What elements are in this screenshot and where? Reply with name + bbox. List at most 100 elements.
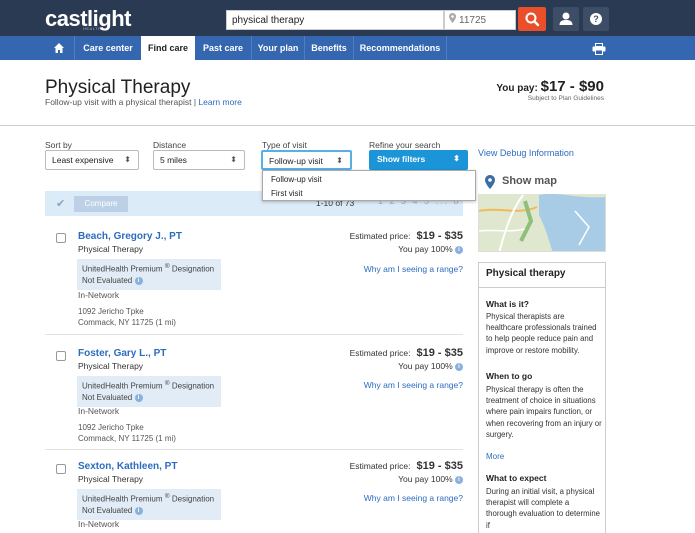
print-icon[interactable] xyxy=(592,42,606,55)
info-icon[interactable]: i xyxy=(455,362,463,371)
account-button[interactable] xyxy=(553,7,579,31)
info-icon[interactable]: i xyxy=(455,245,463,254)
compare-checkbox[interactable] xyxy=(56,233,66,243)
home-icon xyxy=(54,43,64,53)
distance-label: Distance xyxy=(153,140,187,150)
show-map-button[interactable]: Show map xyxy=(478,170,606,194)
subtitle-text: Follow-up visit with a physical therapis… xyxy=(45,97,192,107)
svg-text:?: ? xyxy=(593,14,599,24)
premium-designation: UnitedHealth Premium ® Designation Not E… xyxy=(77,489,221,520)
provider-card: Foster, Gary L., PT Physical Therapy Uni… xyxy=(45,344,463,448)
distance-select[interactable]: 5 miles ⬍ xyxy=(153,150,245,170)
visit-type-value: Follow-up visit xyxy=(269,156,323,166)
estimated-price-label: Estimated price: xyxy=(349,461,411,471)
you-pay-summary: You pay: $17 - $90 xyxy=(490,78,604,95)
premium-suffix: Designation xyxy=(171,264,215,274)
learn-more-link[interactable]: Learn more xyxy=(198,97,241,107)
user-icon xyxy=(559,12,573,25)
more-link[interactable]: More xyxy=(486,452,504,461)
premium-suffix: Designation xyxy=(171,381,215,391)
sort-label: Sort by xyxy=(45,140,72,150)
info-divider xyxy=(478,287,606,288)
nav-past-care[interactable]: Past care xyxy=(195,36,251,60)
provider-specialty: Physical Therapy xyxy=(78,244,144,254)
compare-checkbox[interactable] xyxy=(56,351,66,361)
estimated-price: Estimated price: $19 - $35 xyxy=(350,460,463,472)
what-heading: What is it? xyxy=(486,299,529,309)
you-pay-amount: $17 - $90 xyxy=(540,78,604,95)
nav-recommendations[interactable]: Recommendations xyxy=(354,36,446,60)
select-arrows-icon: ⬍ xyxy=(124,155,131,164)
you-pay-label: You pay: xyxy=(496,83,538,94)
plan-guidelines-note: Subject to Plan Guidelines xyxy=(527,95,604,102)
premium-name: UnitedHealth Premium xyxy=(82,381,163,391)
logo-subtext: HEALTH xyxy=(83,26,102,31)
address-line-2: Commack, NY 11725 (1 mi) xyxy=(78,318,176,327)
select-arrows-icon: ⬍ xyxy=(230,155,237,164)
sort-select[interactable]: Least expensive ⬍ xyxy=(45,150,139,170)
visit-type-select[interactable]: Follow-up visit ⬍ xyxy=(261,150,352,170)
select-arrows-icon: ⬍ xyxy=(453,154,460,163)
debug-info-link[interactable]: View Debug Information xyxy=(478,148,574,158)
search-input[interactable] xyxy=(226,10,444,30)
address-line-2: Commack, NY 11725 (1 mi) xyxy=(78,434,176,443)
price-range: $19 - $35 xyxy=(416,230,463,242)
map-pin-icon xyxy=(485,175,495,189)
estimated-price: Estimated price: $19 - $35 xyxy=(350,347,463,359)
visit-type-label: Type of visit xyxy=(262,140,307,150)
premium-designation: UnitedHealth Premium ® Designation Not E… xyxy=(77,376,221,407)
evaluation-line: Not Evaluated i xyxy=(82,393,143,402)
provider-name[interactable]: Sexton, Kathleen, PT xyxy=(78,461,177,472)
provider-name[interactable]: Foster, Gary L., PT xyxy=(78,348,166,359)
info-title: Physical therapy xyxy=(486,268,566,279)
estimated-price: Estimated price: $19 - $35 xyxy=(350,230,463,242)
search-button[interactable] xyxy=(518,7,546,31)
info-icon[interactable]: i xyxy=(134,276,143,285)
premium-line: UnitedHealth Premium ® Designation xyxy=(82,493,214,504)
sort-value: Least expensive xyxy=(52,155,114,165)
why-range-link[interactable]: Why am I seeing a range? xyxy=(364,264,463,274)
expect-heading: What to expect xyxy=(486,473,547,483)
info-icon[interactable]: i xyxy=(134,393,143,402)
you-pay-percent: You pay 100% xyxy=(398,244,453,254)
provider-specialty: Physical Therapy xyxy=(78,474,144,484)
why-range-link[interactable]: Why am I seeing a range? xyxy=(364,380,463,390)
evaluation-status: Not Evaluated xyxy=(82,393,133,402)
page-subtitle: Follow-up visit with a physical therapis… xyxy=(45,97,242,107)
nav-find-care[interactable]: Find care xyxy=(141,36,195,60)
home-button[interactable] xyxy=(44,36,74,60)
evaluation-status: Not Evaluated xyxy=(82,506,133,515)
help-icon: ? xyxy=(590,13,602,25)
nav-care-center[interactable]: Care center xyxy=(75,36,141,60)
nav-divider xyxy=(446,36,447,60)
nav-benefits[interactable]: Benefits xyxy=(305,36,353,60)
premium-trademark: ® xyxy=(164,380,170,387)
nav-your-plan[interactable]: Your plan xyxy=(252,36,304,60)
provider-name[interactable]: Beach, Gregory J., PT xyxy=(78,231,182,242)
premium-trademark: ® xyxy=(164,493,170,500)
network-status: In-Network xyxy=(78,519,120,529)
card-divider xyxy=(45,449,463,450)
search-icon xyxy=(525,12,540,27)
premium-line: UnitedHealth Premium ® Designation xyxy=(82,380,214,391)
you-pay-percent-line: You pay 100% i xyxy=(398,361,463,371)
visit-option-follow-up[interactable]: Follow-up visit xyxy=(271,175,322,184)
estimated-price-label: Estimated price: xyxy=(349,348,411,358)
premium-trademark: ® xyxy=(164,263,170,270)
price-range: $19 - $35 xyxy=(416,347,463,359)
visit-option-first[interactable]: First visit xyxy=(271,189,303,198)
network-status: In-Network xyxy=(78,406,120,416)
help-button[interactable]: ? xyxy=(583,7,609,31)
why-range-link[interactable]: Why am I seeing a range? xyxy=(364,493,463,503)
info-icon[interactable]: i xyxy=(455,475,463,484)
select-arrows-icon: ⬍ xyxy=(336,156,343,165)
header-divider xyxy=(0,125,695,126)
compare-button[interactable]: Compare xyxy=(74,196,128,212)
main-nav: Care center Find care Past care Your pla… xyxy=(0,36,695,60)
info-icon[interactable]: i xyxy=(134,506,143,515)
show-filters-button[interactable]: Show filters ⬍ xyxy=(369,150,468,170)
compare-checkbox[interactable] xyxy=(56,464,66,474)
premium-line: UnitedHealth Premium ® Designation xyxy=(82,263,214,274)
premium-name: UnitedHealth Premium xyxy=(82,264,163,274)
distance-value: 5 miles xyxy=(160,155,187,165)
